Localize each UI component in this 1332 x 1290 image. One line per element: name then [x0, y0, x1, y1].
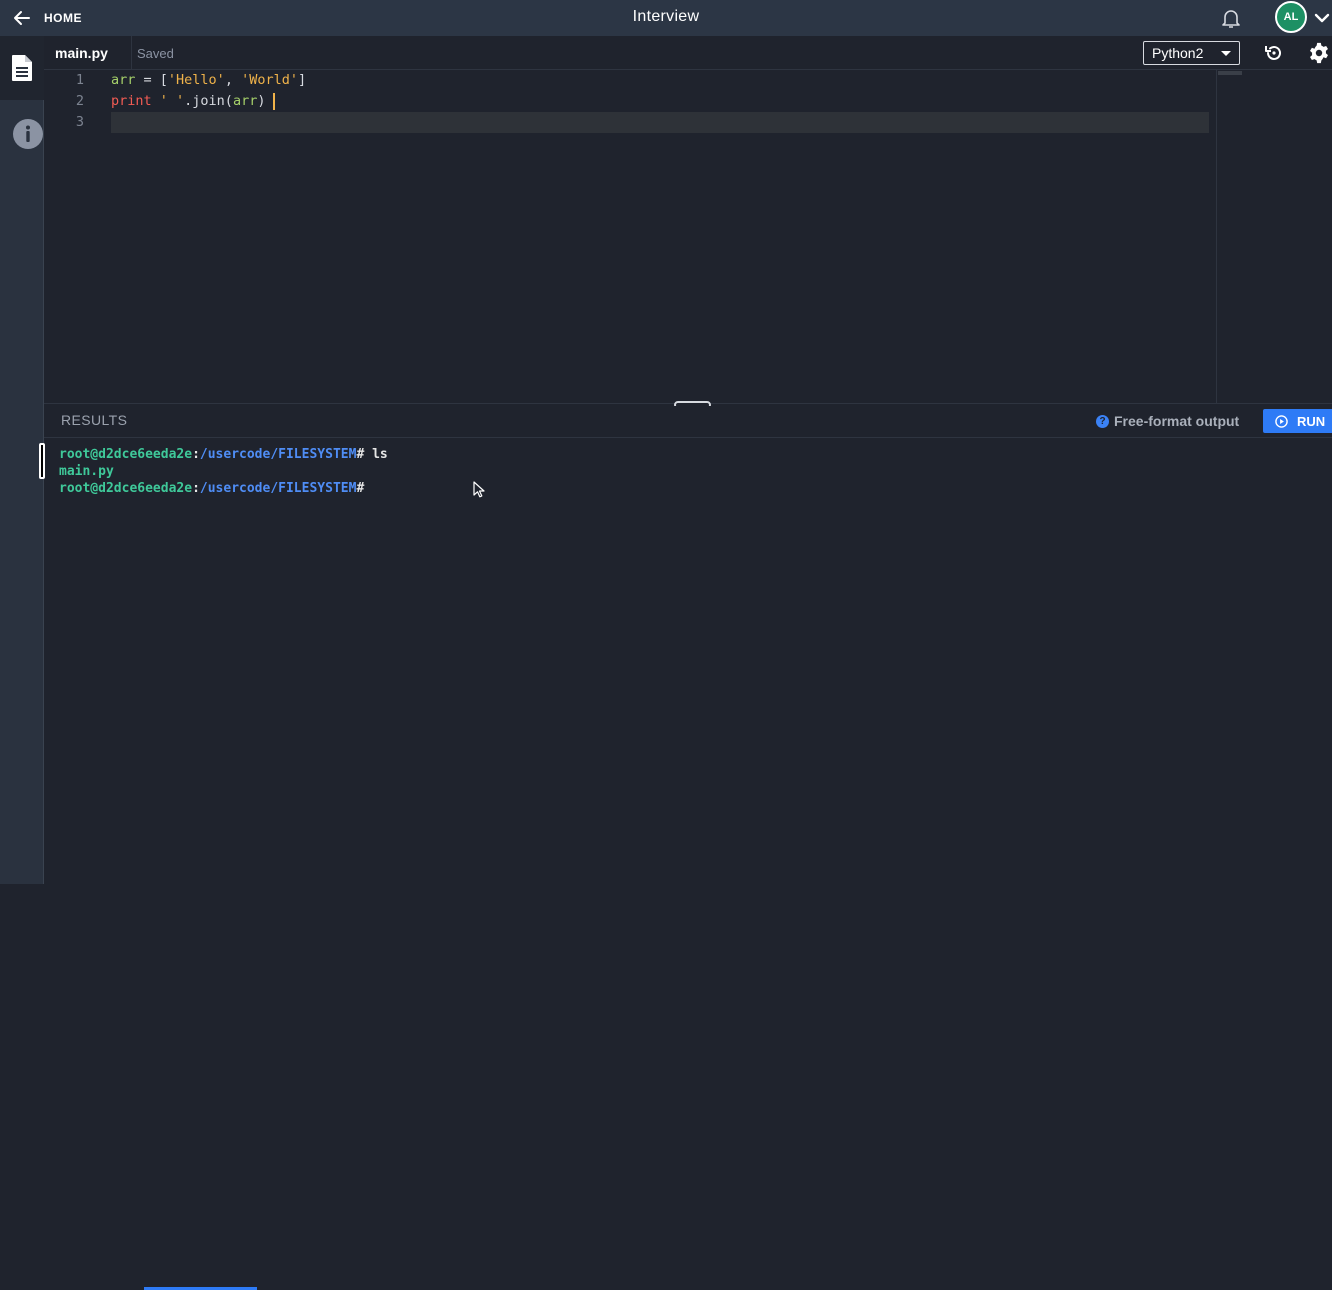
language-select[interactable]: Python2 — [1143, 41, 1240, 65]
bell-icon[interactable] — [1219, 6, 1243, 30]
code-line-active: 3 — [44, 112, 1209, 133]
free-format-label: Free-format output — [1114, 413, 1240, 429]
files-rail-button[interactable] — [0, 36, 44, 100]
top-bar: HOME Interview AL — [0, 0, 1332, 36]
terminal[interactable]: root@d2dce6eeda2e:/usercode/FILESYSTEM# … — [39, 438, 1332, 884]
caret-down-icon — [1221, 51, 1231, 56]
info-icon[interactable] — [12, 118, 44, 150]
output-panel-header: RESULTS TERMINAL ? Free-format output RU… — [44, 406, 1332, 1290]
minimap[interactable] — [1216, 70, 1330, 404]
left-rail — [0, 36, 44, 884]
free-format-toggle[interactable]: ? Free-format output — [1096, 413, 1239, 429]
run-label: RUN — [1297, 413, 1326, 429]
terminal-line: root@d2dce6eeda2e:/usercode/FILESYSTEM# — [59, 481, 365, 496]
active-line-highlight — [111, 112, 1209, 133]
gear-icon[interactable] — [1308, 42, 1330, 64]
save-status: Saved — [137, 46, 174, 61]
minimap-viewport[interactable] — [1218, 71, 1242, 75]
text-cursor — [273, 92, 276, 110]
play-circle-icon — [1275, 414, 1288, 428]
code-line-text: arr = ['Hello', 'World'] — [111, 72, 307, 88]
run-button[interactable]: RUN — [1263, 409, 1332, 433]
line-number: 1 — [75, 72, 84, 88]
language-label: Python2 — [1152, 45, 1204, 61]
file-tab-main-py[interactable]: main.py — [44, 36, 132, 70]
terminal-line: main.py — [59, 464, 114, 479]
question-icon: ? — [1096, 414, 1109, 428]
file-icon — [12, 55, 32, 81]
code-editor[interactable]: 1 arr = ['Hello', 'World'] 2 print ' '.j… — [44, 70, 1330, 404]
chevron-down-icon[interactable] — [1313, 9, 1331, 27]
code-line: 2 print ' '.join(arr) — [44, 91, 1209, 112]
line-number: 2 — [75, 93, 84, 109]
code-line-text: print ' '.join(arr) — [111, 91, 276, 112]
reset-icon[interactable] — [1263, 42, 1285, 64]
editor-header: main.py Saved Python2 — [44, 36, 1332, 70]
mouse-pointer-icon — [473, 481, 485, 498]
line-number: 3 — [75, 114, 84, 130]
code-line: 1 arr = ['Hello', 'World'] — [44, 70, 1209, 91]
page-title: Interview — [632, 8, 700, 25]
terminal-line: root@d2dce6eeda2e:/usercode/FILESYSTEM# … — [59, 447, 388, 462]
tab-results[interactable]: RESULTS — [61, 406, 127, 438]
tab-terminal[interactable]: TERMINAL — [144, 844, 257, 1290]
avatar[interactable]: AL — [1275, 1, 1307, 33]
terminal-scrollbar[interactable] — [39, 443, 45, 479]
